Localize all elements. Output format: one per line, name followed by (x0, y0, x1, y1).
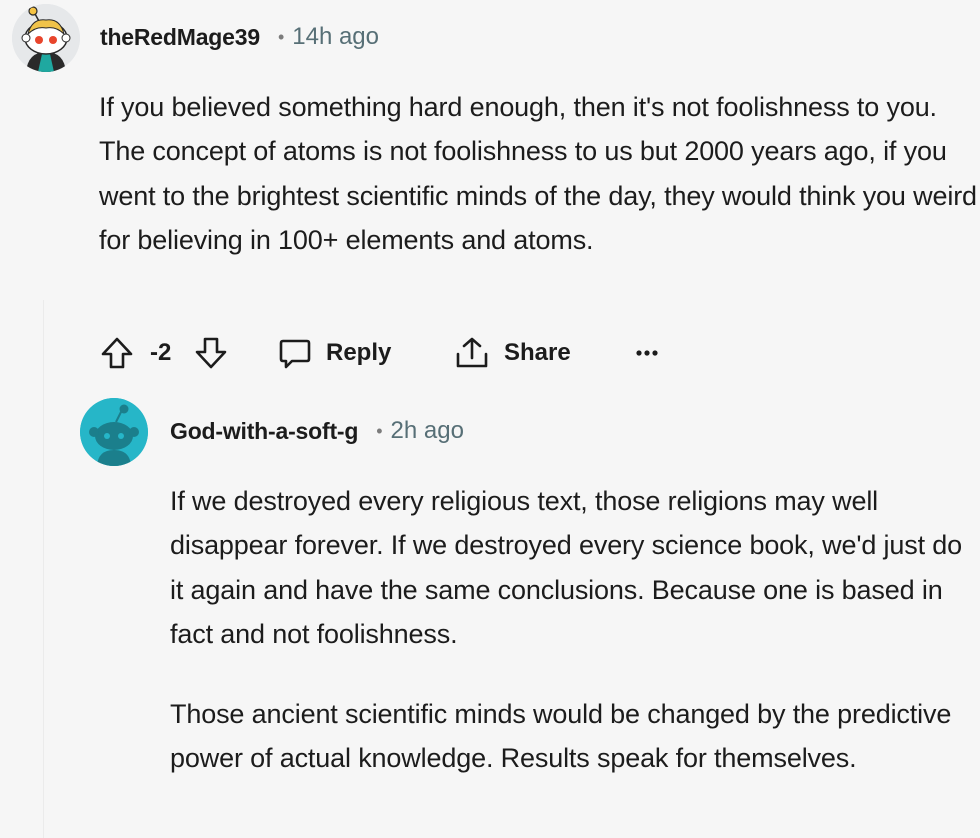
username[interactable]: God-with-a-soft-g (170, 418, 358, 445)
share-label: Share (504, 339, 571, 366)
comment-action-bar: -2 Reply Share (100, 330, 700, 376)
vote-score: -2 (150, 330, 171, 376)
more-options-icon (635, 348, 659, 358)
comment-thread: theRedMage39 • 14h ago If you believed s… (0, 0, 980, 838)
downvote-icon (194, 336, 228, 370)
vote-count: -2 (150, 339, 172, 366)
meta-separator: • (277, 26, 285, 47)
user-avatar[interactable] (12, 4, 80, 72)
downvote-button[interactable] (194, 330, 228, 376)
snoo-avatar-icon (80, 398, 148, 466)
upvote-icon (100, 336, 134, 370)
user-avatar[interactable] (80, 398, 148, 466)
comment-body-paragraph: If we destroyed every religious text, th… (170, 486, 963, 650)
thread-line[interactable] (43, 300, 44, 838)
username[interactable]: theRedMage39 (100, 24, 260, 51)
comment-bubble-icon (278, 336, 312, 370)
comment-body-paragraph: Those ancient scientific minds would be … (170, 699, 952, 774)
comment-body: If you believed something hard enough, t… (99, 92, 977, 256)
timestamp[interactable]: 2h ago (391, 417, 464, 445)
comment-meta: God-with-a-soft-g • 2h ago (170, 415, 464, 447)
upvote-button[interactable] (100, 330, 134, 376)
snoo-avatar-icon (12, 4, 80, 72)
meta-separator: • (376, 420, 383, 441)
reply-label: Reply (326, 339, 392, 366)
share-button[interactable]: Share (454, 330, 571, 376)
comment-meta: theRedMage39 • 14h ago (100, 21, 379, 53)
share-icon (454, 336, 490, 370)
reply-button[interactable]: Reply (278, 330, 391, 376)
more-options-button[interactable] (635, 330, 659, 376)
timestamp[interactable]: 14h ago (292, 23, 379, 51)
